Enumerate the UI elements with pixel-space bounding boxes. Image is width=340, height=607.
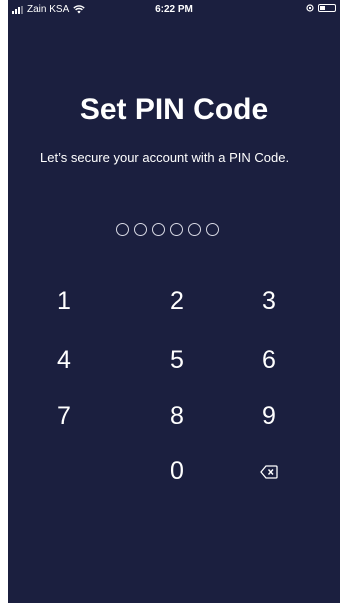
key-4[interactable]: 4 bbox=[42, 340, 86, 380]
key-6[interactable]: 6 bbox=[247, 340, 291, 380]
key-0[interactable]: 0 bbox=[155, 451, 199, 491]
key-7[interactable]: 7 bbox=[42, 396, 86, 436]
pin-dot bbox=[206, 223, 219, 236]
key-5[interactable]: 5 bbox=[155, 340, 199, 380]
pin-setup-screen: Zain KSA 6:22 PM Set PIN Code Let’s secu… bbox=[8, 0, 340, 603]
key-8[interactable]: 8 bbox=[155, 396, 199, 436]
key-1[interactable]: 1 bbox=[42, 281, 86, 321]
orientation-lock-icon bbox=[306, 4, 314, 12]
key-2[interactable]: 2 bbox=[155, 281, 199, 321]
key-9[interactable]: 9 bbox=[247, 396, 291, 436]
status-bar: Zain KSA 6:22 PM bbox=[8, 0, 340, 22]
status-right bbox=[306, 4, 336, 12]
pin-dot bbox=[134, 223, 147, 236]
page-title: Set PIN Code bbox=[79, 93, 269, 126]
pin-dot bbox=[116, 223, 129, 236]
pin-dot bbox=[152, 223, 165, 236]
pin-dot bbox=[170, 223, 183, 236]
backspace-icon bbox=[260, 465, 278, 479]
status-time: 6:22 PM bbox=[155, 4, 193, 15]
backspace-button[interactable] bbox=[247, 451, 291, 491]
key-3[interactable]: 3 bbox=[247, 281, 291, 321]
pin-indicator bbox=[116, 223, 219, 236]
page-subtitle: Let’s secure your account with a PIN Cod… bbox=[40, 150, 290, 165]
battery-icon bbox=[318, 4, 336, 12]
pin-dot bbox=[188, 223, 201, 236]
